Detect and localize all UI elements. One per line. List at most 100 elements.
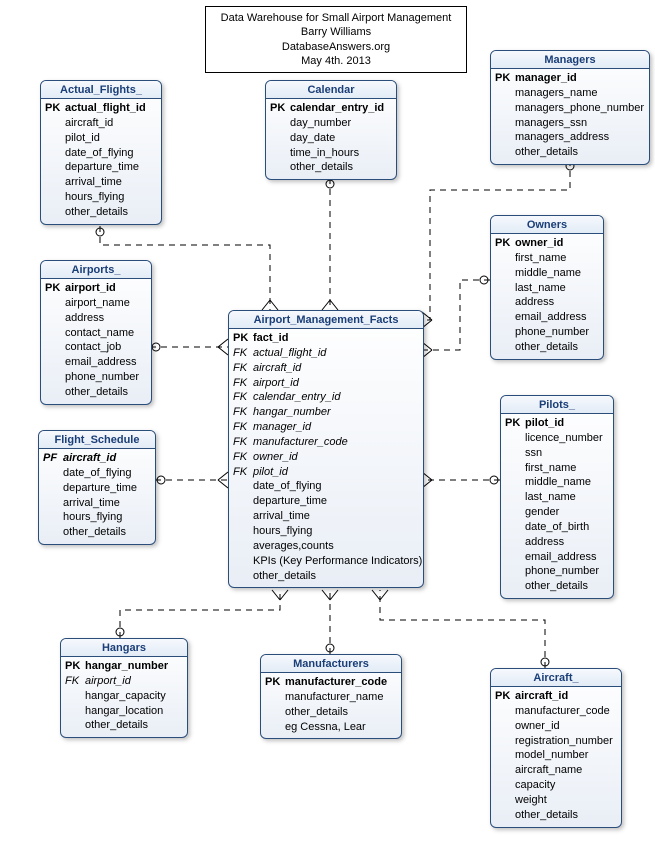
field-name: calendar_entry_id: [290, 102, 384, 114]
entity-fields: PKaircraft_idmanufacturer_codeowner_idre…: [491, 687, 621, 827]
field-name: aircraft_id: [63, 452, 116, 464]
entity-field: airport_name: [45, 296, 147, 311]
field-name: first_name: [515, 252, 566, 264]
field-name: actual_flight_id: [253, 347, 326, 359]
entity-field: hours_flying: [43, 510, 151, 525]
entity-airports: Airports_ PKairport_idairport_nameaddres…: [40, 260, 152, 405]
entity-pilots: Pilots_ PKpilot_idlicence_numberssnfirst…: [500, 395, 614, 599]
entity-field: phone_number: [505, 564, 609, 579]
entity-field: address: [505, 535, 609, 550]
field-name: managers_address: [515, 131, 609, 143]
field-name: other_details: [525, 580, 588, 592]
field-name: email_address: [65, 356, 137, 368]
field-name: airport_id: [85, 675, 131, 687]
entity-field: email_address: [495, 310, 599, 325]
entity-field: PKfact_id: [233, 331, 419, 346]
entity-field: other_details: [495, 808, 617, 823]
entity-field: owner_id: [495, 719, 617, 734]
entity-header: Actual_Flights_: [41, 81, 161, 99]
entity-field: FKaircraft_id: [233, 361, 419, 376]
field-name: owner_id: [515, 237, 563, 249]
field-name: model_number: [515, 749, 588, 761]
field-name: address: [515, 296, 554, 308]
entity-field: FKairport_id: [65, 674, 183, 689]
entity-field: FKcalendar_entry_id: [233, 390, 419, 405]
field-name: hours_flying: [65, 191, 124, 203]
entity-field: eg Cessna, Lear: [265, 720, 397, 735]
field-name: date_of_flying: [65, 147, 134, 159]
entity-managers: Managers PKmanager_idmanagers_namemanage…: [490, 50, 650, 165]
field-name: capacity: [515, 779, 555, 791]
entity-field: last_name: [495, 281, 599, 296]
entity-header: Calendar: [266, 81, 396, 99]
field-name: hangar_number: [85, 660, 168, 672]
field-key: FK: [233, 361, 253, 376]
field-name: eg Cessna, Lear: [285, 721, 366, 733]
field-name: managers_phone_number: [515, 102, 644, 114]
field-key: PK: [495, 689, 515, 704]
field-key: FK: [233, 405, 253, 420]
entity-field: departure_time: [233, 494, 419, 509]
field-name: contact_job: [65, 341, 121, 353]
entity-field: pilot_id: [45, 131, 157, 146]
field-name: other_details: [85, 719, 148, 731]
entity-field: hours_flying: [45, 190, 157, 205]
field-name: weight: [515, 794, 547, 806]
entity-flight-schedule: Flight_Schedule PFaircraft_iddate_of_fly…: [38, 430, 156, 545]
entity-header: Aircraft_: [491, 669, 621, 687]
field-name: address: [65, 312, 104, 324]
field-name: managers_ssn: [515, 117, 587, 129]
field-name: airport_id: [253, 377, 299, 389]
entity-field: aircraft_name: [495, 763, 617, 778]
field-key: FK: [233, 346, 253, 361]
entity-field: day_date: [270, 131, 392, 146]
field-name: manufacturer_code: [285, 676, 387, 688]
field-name: middle_name: [515, 267, 581, 279]
entity-field: managers_ssn: [495, 116, 645, 131]
entity-field: managers_phone_number: [495, 101, 645, 116]
field-name: departure_time: [63, 482, 137, 494]
entity-hangars: Hangars PKhangar_numberFKairport_idhanga…: [60, 638, 188, 738]
field-name: managers_name: [515, 87, 598, 99]
entity-field: departure_time: [43, 481, 151, 496]
field-name: ssn: [525, 447, 542, 459]
field-name: hangar_capacity: [85, 690, 166, 702]
field-name: other_details: [253, 570, 316, 582]
field-name: departure_time: [253, 495, 327, 507]
entity-field: arrival_time: [43, 496, 151, 511]
field-key: PK: [45, 281, 65, 296]
field-name: pilot_id: [253, 466, 288, 478]
entity-field: PKowner_id: [495, 236, 599, 251]
field-name: date_of_flying: [63, 467, 132, 479]
entity-fields: PKfact_idFKactual_flight_idFKaircraft_id…: [229, 329, 423, 587]
field-name: contact_name: [65, 327, 134, 339]
field-name: time_in_hours: [290, 147, 359, 159]
entity-field: date_of_flying: [233, 479, 419, 494]
entity-fields: PKairport_idairport_nameaddresscontact_n…: [41, 279, 151, 404]
entity-field: PKhangar_number: [65, 659, 183, 674]
entity-field: averages,counts: [233, 539, 419, 554]
entity-field: manufacturer_name: [265, 690, 397, 705]
entity-field: KPIs (Key Performance Indicators): [233, 554, 419, 569]
entity-field: managers_address: [495, 130, 645, 145]
entity-field: FKactual_flight_id: [233, 346, 419, 361]
title-line: May 4th. 2013: [216, 54, 456, 68]
entity-manufacturers: Manufacturers PKmanufacturer_codemanufac…: [260, 654, 402, 739]
field-key: PF: [43, 451, 63, 466]
entity-field: FKpilot_id: [233, 465, 419, 480]
field-key: FK: [233, 390, 253, 405]
entity-field: contact_name: [45, 326, 147, 341]
field-name: aircraft_name: [515, 764, 582, 776]
field-name: manufacturer_code: [515, 705, 610, 717]
field-name: email_address: [525, 551, 597, 563]
entity-field: middle_name: [505, 475, 609, 490]
entity-field: gender: [505, 505, 609, 520]
field-key: PK: [233, 331, 253, 346]
entity-aircraft: Aircraft_ PKaircraft_idmanufacturer_code…: [490, 668, 622, 828]
entity-field: contact_job: [45, 340, 147, 355]
field-name: manager_id: [515, 72, 577, 84]
field-name: pilot_id: [65, 132, 100, 144]
field-key: PK: [495, 236, 515, 251]
field-name: hours_flying: [63, 511, 122, 523]
entity-field: date_of_birth: [505, 520, 609, 535]
